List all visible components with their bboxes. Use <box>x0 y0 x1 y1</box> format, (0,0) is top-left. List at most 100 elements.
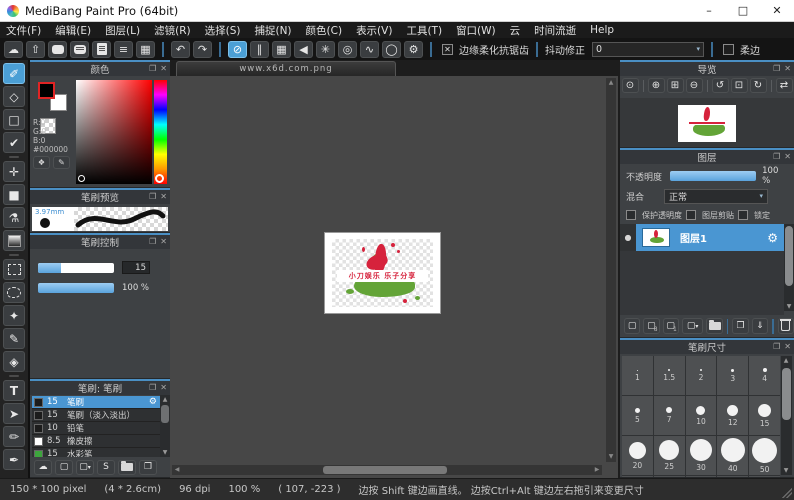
close-button[interactable]: ✕ <box>760 0 794 21</box>
stabilizer-dropdown[interactable]: 0 ▾ <box>592 42 704 57</box>
scroll-down-icon[interactable]: ▼ <box>781 466 791 475</box>
brush-row[interactable]: 8.5 橡皮擦 <box>32 435 160 448</box>
text-tool[interactable]: T <box>3 380 25 401</box>
scroll-up-icon[interactable]: ▲ <box>160 395 170 404</box>
merge-layer-button[interactable]: ⇓ <box>752 318 768 334</box>
clipping-checkbox[interactable] <box>686 210 696 220</box>
brush-row[interactable]: 15 笔刷 ⚙ <box>32 396 160 409</box>
canvas-horizontal-scrollbar[interactable]: ◀ ▶ <box>172 465 602 475</box>
sv-cursor[interactable] <box>78 175 85 182</box>
eraser-tool[interactable]: ◇ <box>3 86 25 107</box>
zoom-actual-button[interactable]: ⊙ <box>622 78 639 93</box>
snap-concentric-button[interactable]: ◎ <box>338 41 357 58</box>
minimize-button[interactable]: – <box>692 0 726 21</box>
menu-timelapse[interactable]: 时间流逝 <box>534 23 576 38</box>
close-icon[interactable]: ✕ <box>160 65 167 73</box>
size-cell[interactable]: 12 <box>717 396 748 435</box>
duplicate-layer-button[interactable]: ❐ <box>732 318 748 334</box>
snap-ellipse-button[interactable]: ◯ <box>382 41 401 58</box>
hue-slider[interactable] <box>154 80 167 184</box>
lasso-tool[interactable] <box>3 282 25 303</box>
menu-window[interactable]: 窗口(W) <box>456 23 496 38</box>
menu-tool[interactable]: 工具(T) <box>406 23 442 38</box>
popout-icon[interactable]: ❐ <box>773 343 780 351</box>
palette-button[interactable]: ❖ <box>33 156 50 169</box>
scrollbar-handle[interactable] <box>785 226 793 286</box>
foreground-color-swatch[interactable] <box>38 82 55 99</box>
close-icon[interactable]: ✕ <box>784 343 791 351</box>
size-cell[interactable]: 10 <box>686 396 717 435</box>
size-cell[interactable]: 25 <box>654 436 685 475</box>
size-cell[interactable]: 15 <box>749 396 780 435</box>
gradient-tool[interactable] <box>3 230 25 251</box>
canvas-area[interactable]: www.x6d.com.png 小刀娱乐 乐子分享 <box>170 60 620 478</box>
popout-icon[interactable]: ❐ <box>149 65 156 73</box>
size-cell[interactable]: 2 <box>686 356 717 395</box>
close-icon[interactable]: ✕ <box>784 65 791 73</box>
brush-size-scrollbar[interactable]: ▲ ▼ <box>781 356 792 475</box>
duplicate-brush-button[interactable]: ❐ <box>139 460 157 475</box>
script-brush-button[interactable]: S <box>97 460 115 475</box>
popout-icon[interactable]: ❐ <box>149 238 156 246</box>
brush-row[interactable]: 15 笔刷（淡入淡出） <box>32 409 160 422</box>
size-cell[interactable]: 30 <box>686 436 717 475</box>
select-pen-tool[interactable]: ✎ <box>3 328 25 349</box>
scrollbar-handle[interactable] <box>323 466 448 474</box>
size-cell[interactable]: 4 <box>749 356 780 395</box>
publish-button[interactable]: ⇧ <box>26 41 45 58</box>
menu-select[interactable]: 选择(S) <box>205 23 241 38</box>
bucket-tool[interactable]: ⚗ <box>3 207 25 228</box>
maximize-button[interactable]: □ <box>726 0 760 21</box>
add-1bit-layer-button[interactable]: ▢1 <box>663 318 679 334</box>
menu-view[interactable]: 表示(V) <box>356 23 392 38</box>
menu-snap[interactable]: 捕捉(N) <box>254 23 291 38</box>
saturation-value-picker[interactable] <box>76 80 152 184</box>
fill-rect-tool[interactable]: ■ <box>3 184 25 205</box>
select-eraser-tool[interactable]: ◈ <box>3 351 25 372</box>
snap-settings-button[interactable]: ⚙ <box>404 41 423 58</box>
brush-folder-button[interactable] <box>118 460 136 475</box>
soft-edge-checkbox[interactable] <box>723 44 734 55</box>
popout-icon[interactable]: ❐ <box>773 65 780 73</box>
operate-tool[interactable]: ➤ <box>3 403 25 424</box>
scroll-up-icon[interactable]: ▲ <box>606 78 616 88</box>
document-button[interactable] <box>92 41 111 58</box>
layer-visibility-toggle[interactable]: ● <box>620 224 636 251</box>
size-cell[interactable]: 3 <box>717 356 748 395</box>
menu-help[interactable]: Help <box>590 24 614 36</box>
blend-mode-select[interactable]: 正常 ▾ <box>664 189 768 204</box>
snap-grid-button[interactable]: ▦ <box>272 41 291 58</box>
rotate-left-button[interactable]: ↺ <box>712 78 729 93</box>
close-icon[interactable]: ✕ <box>160 193 167 201</box>
popout-icon[interactable]: ❐ <box>149 384 156 392</box>
protect-alpha-checkbox[interactable] <box>626 210 636 220</box>
eyedropper-tool[interactable]: ✒ <box>3 449 25 470</box>
add-8bit-layer-button[interactable]: ▢8 <box>643 318 659 334</box>
rotate-right-button[interactable]: ↻ <box>750 78 767 93</box>
chat-button[interactable] <box>48 41 67 58</box>
polyline-tool[interactable]: ✔ <box>3 132 25 153</box>
add-brush-button[interactable]: ▢ <box>55 460 73 475</box>
snap-curve-button[interactable]: ∿ <box>360 41 379 58</box>
size-cell[interactable]: 20 <box>622 436 653 475</box>
antialias-checkbox[interactable]: ✕ <box>442 44 453 55</box>
brush-row[interactable]: 15 水彩笔 <box>32 448 160 457</box>
canvas-tab[interactable]: www.x6d.com.png <box>176 61 396 76</box>
delete-layer-button[interactable] <box>778 318 794 334</box>
menu-color[interactable]: 颜色(C) <box>306 23 343 38</box>
hue-cursor[interactable] <box>155 174 164 183</box>
layer-opacity-slider[interactable] <box>670 171 756 181</box>
gear-icon[interactable]: ⚙ <box>767 231 778 245</box>
palette-edit-button[interactable]: ✎ <box>53 156 70 169</box>
move-tool[interactable]: ✛ <box>3 161 25 182</box>
size-cell[interactable]: 1.5 <box>654 356 685 395</box>
magic-wand-tool[interactable]: ✦ <box>3 305 25 326</box>
brush-opacity-slider[interactable] <box>38 283 114 293</box>
snap-radial-button[interactable]: ✳ <box>316 41 335 58</box>
navigator-view[interactable] <box>620 98 794 148</box>
menu-file[interactable]: 文件(F) <box>6 23 41 38</box>
size-cell[interactable]: 40 <box>717 436 748 475</box>
size-cell[interactable]: 1 <box>622 356 653 395</box>
scroll-up-icon[interactable]: ▲ <box>781 356 791 365</box>
shape-brush-tool[interactable]: □ <box>3 109 25 130</box>
